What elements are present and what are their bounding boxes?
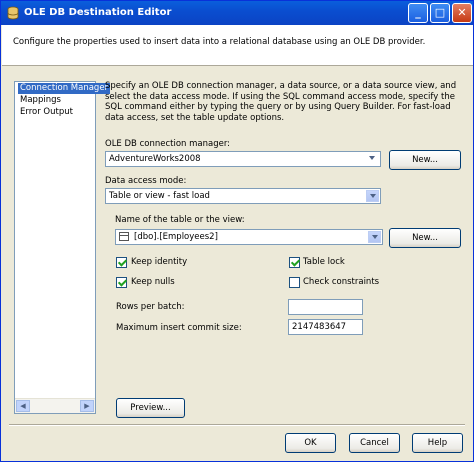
scroll-left-icon[interactable]: ◀: [16, 400, 30, 412]
max-commit-label: Maximum insert commit size:: [116, 323, 242, 333]
nav-item-error-output[interactable]: Error Output: [18, 107, 75, 118]
nav-list[interactable]: Connection Manager Mappings Error Output…: [14, 81, 111, 414]
check-constraints-label: Check constraints: [303, 277, 380, 287]
max-commit-input[interactable]: 2147483647: [288, 319, 363, 335]
dialog-window: OLE DB Destination Editor _ □ ✕ Configur…: [0, 0, 474, 462]
database-icon: [7, 6, 19, 20]
keep-nulls-label: Keep nulls: [131, 277, 175, 287]
table-lock-checkbox[interactable]: [289, 257, 300, 268]
maximize-button[interactable]: □: [430, 3, 450, 23]
cancel-button[interactable]: Cancel: [349, 433, 400, 453]
close-button[interactable]: ✕: [452, 3, 472, 23]
title-bar[interactable]: OLE DB Destination Editor _ □ ✕: [1, 1, 473, 25]
instructions-text: Specify an OLE DB connection manager, a …: [105, 81, 457, 123]
new-connection-button[interactable]: New...: [389, 150, 461, 170]
nav-horizontal-scrollbar[interactable]: ◀ ▶: [15, 398, 95, 413]
check-constraints-checkbox[interactable]: [289, 277, 300, 288]
data-access-mode-label: Data access mode:: [105, 176, 187, 186]
table-name-value: [dbo].[Employees2]: [134, 232, 218, 242]
table-lock-label: Table lock: [303, 257, 345, 267]
nav-item-connection-manager[interactable]: Connection Manager: [18, 83, 111, 94]
rows-per-batch-input[interactable]: [288, 299, 363, 315]
keep-nulls-checkbox[interactable]: [116, 277, 127, 288]
header-panel: Configure the properties used to insert …: [2, 25, 473, 66]
chevron-down-icon[interactable]: [366, 190, 379, 202]
keep-identity-checkbox[interactable]: [116, 257, 127, 268]
table-name-label: Name of the table or the view:: [115, 215, 245, 225]
minimize-button[interactable]: _: [408, 3, 428, 23]
connection-manager-value: AdventureWorks2008: [109, 154, 201, 164]
footer-divider: [9, 424, 465, 426]
window-title: OLE DB Destination Editor: [24, 7, 172, 18]
connection-manager-label: OLE DB connection manager:: [105, 139, 231, 149]
help-button[interactable]: Help: [412, 433, 463, 453]
rows-per-batch-label: Rows per batch:: [116, 302, 185, 312]
data-access-mode-value: Table or view - fast load: [109, 191, 210, 201]
preview-button[interactable]: Preview...: [116, 398, 185, 418]
table-icon: [119, 232, 129, 241]
new-table-button[interactable]: New...: [389, 228, 461, 248]
ok-button[interactable]: OK: [285, 433, 336, 453]
header-description: Configure the properties used to insert …: [13, 37, 426, 47]
keep-identity-label: Keep identity: [131, 257, 188, 267]
chevron-down-icon[interactable]: [366, 153, 379, 165]
max-commit-value: 2147483647: [292, 322, 347, 332]
chevron-down-icon[interactable]: [368, 231, 381, 243]
connection-manager-select[interactable]: AdventureWorks2008: [105, 151, 381, 167]
data-access-mode-select[interactable]: Table or view - fast load: [105, 188, 381, 204]
scroll-right-icon[interactable]: ▶: [80, 400, 94, 412]
table-name-select[interactable]: [dbo].[Employees2]: [115, 229, 383, 245]
nav-item-mappings[interactable]: Mappings: [18, 95, 63, 106]
